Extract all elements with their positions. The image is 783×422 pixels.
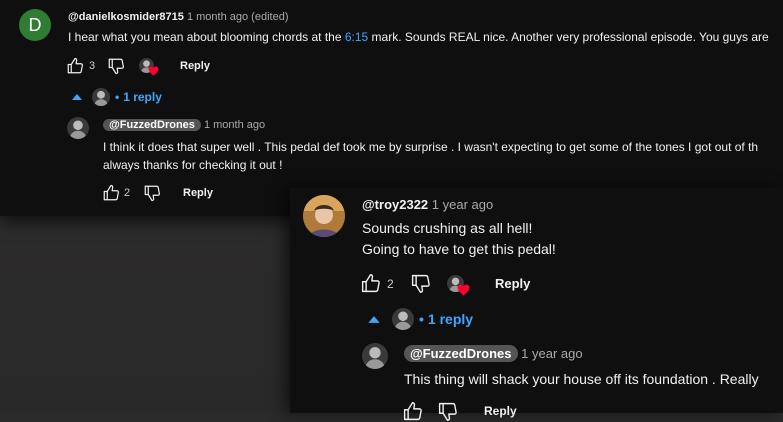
reply-button[interactable]: Reply [180, 60, 210, 72]
reply-author-avatar [392, 308, 414, 330]
like-count: 2 [387, 277, 394, 291]
like-button[interactable] [402, 401, 423, 422]
dot-separator: • [419, 311, 424, 327]
reply-text-line-2: always thanks for checking it out ! [103, 158, 283, 172]
thumb-down-icon [108, 58, 124, 75]
caret-up-icon [72, 94, 82, 100]
heart-icon [457, 284, 470, 296]
reply-time[interactable]: 1 month ago [204, 119, 265, 131]
comment-thread-panel-1: D @danielkosmider8715 1 month ago (edite… [0, 0, 783, 216]
caret-up-icon [368, 315, 380, 323]
thumb-down-icon [438, 402, 457, 421]
dislike-button[interactable] [437, 401, 458, 422]
reply-button[interactable]: Reply [484, 404, 517, 418]
comment-header: @danielkosmider8715 1 month ago (edited) [68, 11, 288, 23]
like-button[interactable] [66, 57, 84, 75]
replies-toggle[interactable]: • 1 reply [368, 308, 473, 330]
thumb-up-icon [403, 402, 422, 421]
comment-text-line-1: Sounds crushing as all hell! [362, 220, 533, 236]
comment-header: @troy2322 1 year ago [362, 197, 493, 212]
dot-separator: • [115, 90, 120, 104]
author-avatar[interactable] [303, 195, 345, 237]
creator-avatar-icon [365, 347, 385, 369]
thumb-down-icon [144, 185, 160, 202]
like-button[interactable] [360, 273, 381, 294]
comment-author[interactable]: @troy2322 [362, 197, 428, 212]
reply-text-line-1: This thing will shack your house off its… [404, 371, 759, 387]
heart-icon [148, 66, 159, 76]
comment-text: I hear what you mean about blooming chor… [68, 30, 783, 44]
reply-avatar[interactable] [67, 117, 89, 139]
creator-badge[interactable]: @FuzzedDrones [103, 119, 201, 131]
reply-button[interactable]: Reply [495, 276, 530, 291]
dislike-button[interactable] [143, 184, 161, 202]
comment-text-line-2: Going to have to get this pedal! [362, 241, 556, 257]
like-count: 2 [124, 187, 131, 199]
replies-toggle[interactable]: • 1 reply [72, 88, 162, 106]
reply-header: @FuzzedDrones 1 year ago [404, 345, 583, 362]
replies-count-label: 1 reply [427, 311, 474, 327]
comment-thread-panel-2: @troy2322 1 year ago Sounds crushing as … [290, 188, 783, 421]
creator-avatar-icon [394, 311, 412, 330]
timestamp-link[interactable]: 6:15 [345, 30, 368, 44]
thumb-up-icon [67, 57, 83, 74]
author-avatar[interactable]: D [19, 9, 51, 41]
dislike-button[interactable] [410, 273, 431, 294]
replies-count-label: 1 reply [123, 90, 162, 104]
comment-text-part: mark. Sounds REAL nice. Another very pro… [368, 30, 769, 44]
creator-avatar-icon [69, 120, 87, 139]
like-button[interactable] [102, 184, 120, 202]
thumb-up-icon [361, 274, 380, 293]
thumb-down-icon [411, 274, 430, 293]
comment-time[interactable]: 1 year ago [432, 197, 493, 212]
thumb-up-icon [103, 184, 119, 201]
creator-avatar-icon [94, 90, 108, 106]
creator-badge[interactable]: @FuzzedDrones [404, 345, 518, 362]
dislike-button[interactable] [107, 57, 125, 75]
reply-avatar[interactable] [362, 343, 388, 369]
avatar-letter: D [28, 14, 42, 35]
reply-time[interactable]: 1 year ago [521, 346, 582, 361]
like-count: 3 [89, 60, 96, 72]
reply-header: @FuzzedDrones 1 month ago [103, 119, 265, 131]
comment-time[interactable]: 1 month ago (edited) [187, 11, 289, 23]
user-photo-icon [303, 195, 345, 237]
reply-button[interactable]: Reply [183, 187, 213, 199]
comment-text-part: I hear what you mean about blooming chor… [68, 30, 345, 44]
comment-author[interactable]: @danielkosmider8715 [68, 11, 184, 23]
reply-text-line-1: I think it does that super well . This p… [103, 140, 759, 154]
reply-author-avatar [92, 88, 110, 106]
